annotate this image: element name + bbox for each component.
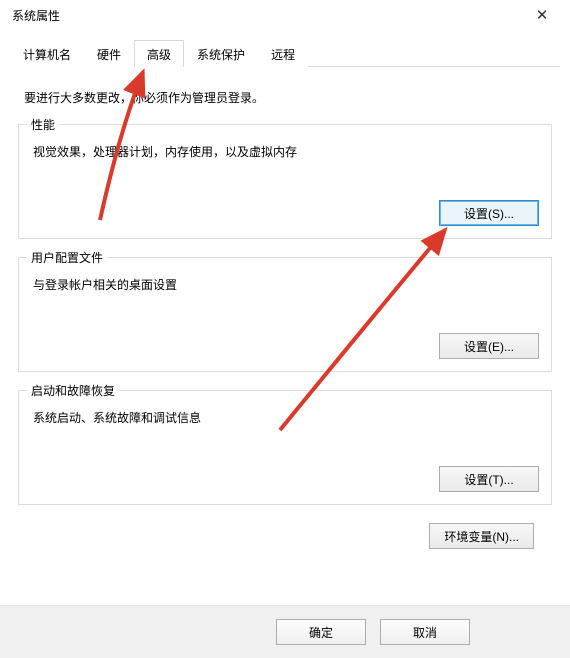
environment-variables-button[interactable]: 环境变量(N)... [429, 523, 534, 549]
group-startup-recovery: 启动和故障恢复 系统启动、系统故障和调试信息 设置(T)... [18, 390, 552, 505]
tab-computer-name[interactable]: 计算机名 [10, 40, 84, 67]
user-profile-settings-button[interactable]: 设置(E)... [439, 333, 539, 359]
tab-content: 要进行大多数更改，你必须作为管理员登录。 性能 视觉效果，处理器计划，内存使用，… [0, 67, 570, 549]
performance-settings-button[interactable]: 设置(S)... [439, 200, 539, 226]
admin-notice: 要进行大多数更改，你必须作为管理员登录。 [24, 89, 552, 106]
title-bar: 系统属性 ✕ [0, 0, 570, 30]
group-performance-legend: 性能 [27, 116, 59, 133]
group-startup-desc: 系统启动、系统故障和调试信息 [33, 409, 539, 426]
group-performance-desc: 视觉效果，处理器计划，内存使用，以及虚拟内存 [33, 143, 539, 160]
tab-hardware[interactable]: 硬件 [84, 40, 134, 67]
group-user-profile-legend: 用户配置文件 [27, 249, 107, 266]
group-user-profile: 用户配置文件 与登录帐户相关的桌面设置 设置(E)... [18, 257, 552, 372]
group-performance: 性能 视觉效果，处理器计划，内存使用，以及虚拟内存 设置(S)... [18, 124, 552, 239]
tab-system-protection[interactable]: 系统保护 [184, 40, 258, 67]
ok-button[interactable]: 确定 [276, 619, 366, 645]
dialog-buttons: 确定 取消 [0, 605, 570, 658]
startup-settings-button[interactable]: 设置(T)... [439, 466, 539, 492]
tab-strip: 计算机名 硬件 高级 系统保护 远程 [10, 40, 560, 67]
window-title: 系统属性 [8, 7, 522, 24]
tab-advanced[interactable]: 高级 [134, 40, 184, 67]
tab-remote[interactable]: 远程 [258, 40, 308, 67]
cancel-button[interactable]: 取消 [380, 619, 470, 645]
group-user-profile-desc: 与登录帐户相关的桌面设置 [33, 276, 539, 293]
close-icon[interactable]: ✕ [522, 6, 562, 24]
group-startup-legend: 启动和故障恢复 [27, 382, 119, 399]
